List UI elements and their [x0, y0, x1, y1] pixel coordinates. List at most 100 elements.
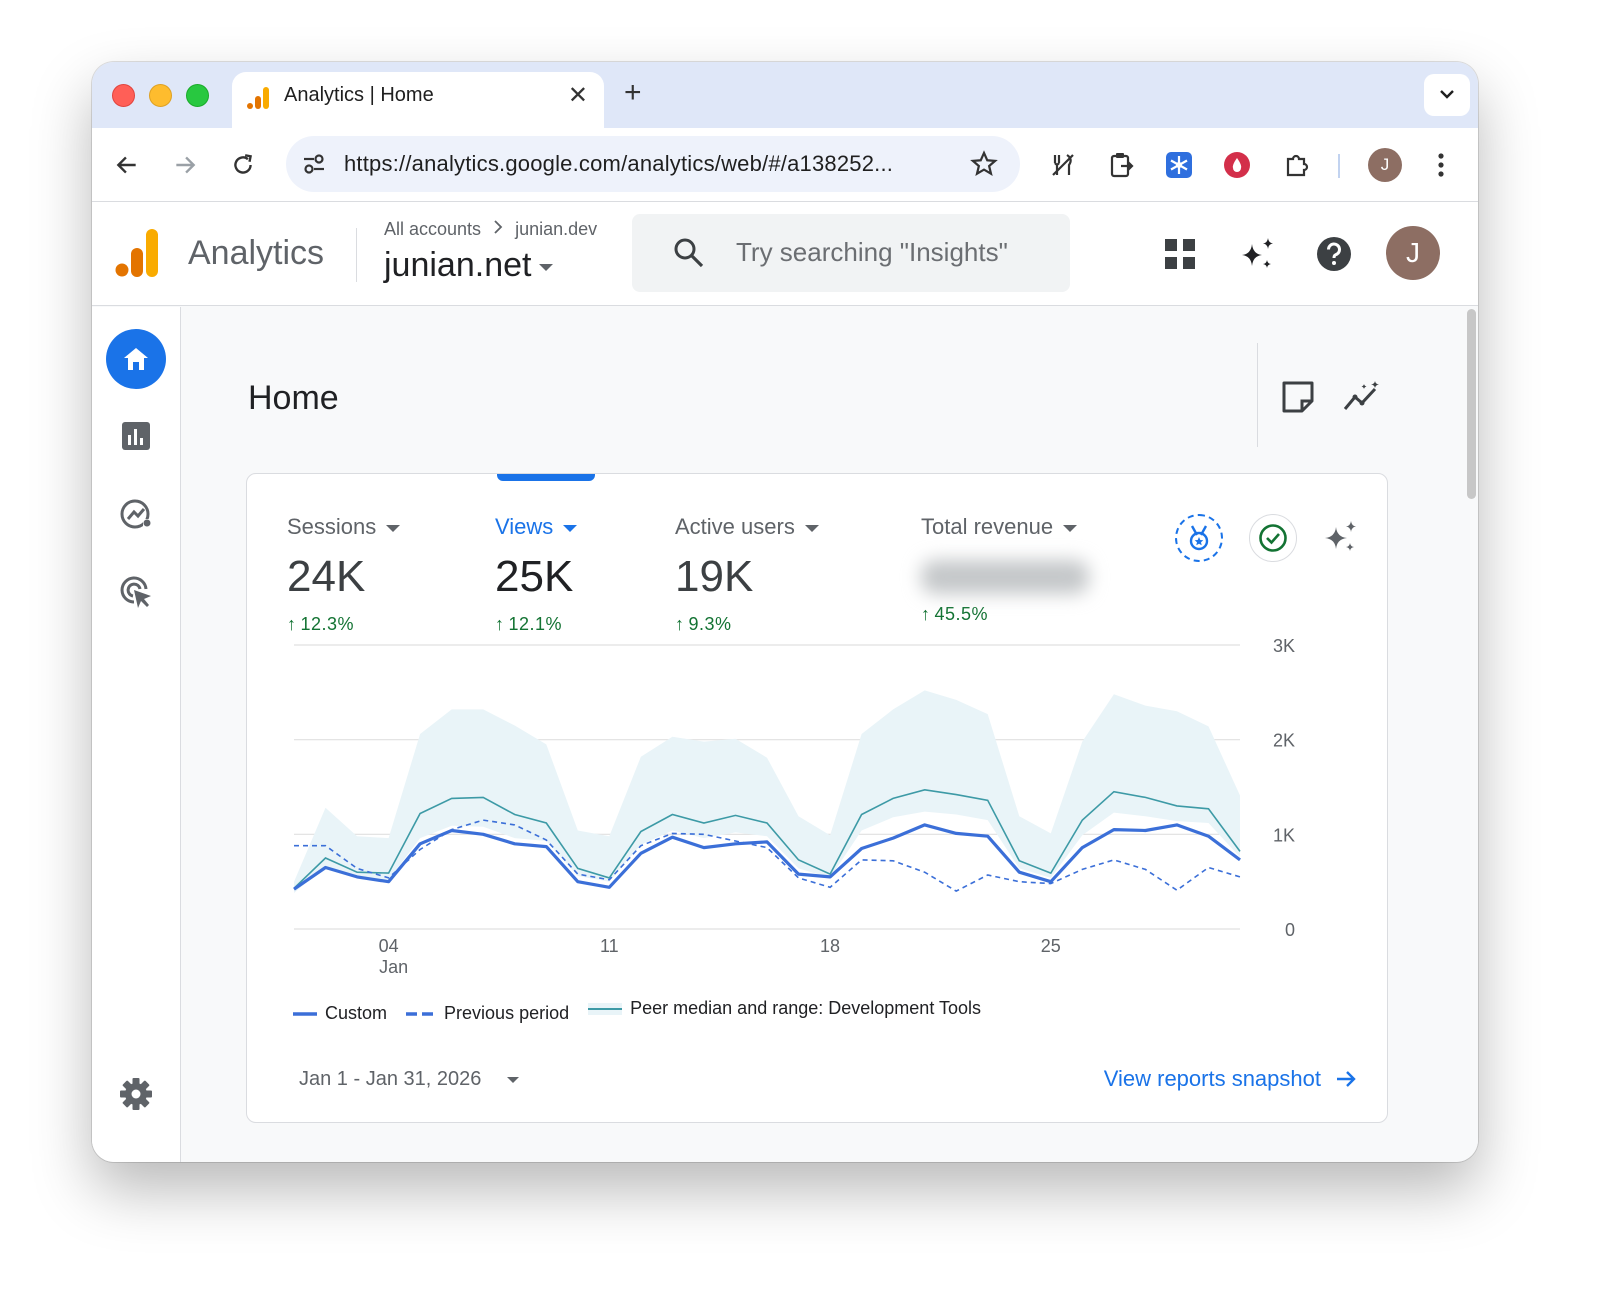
browser-tab-analytics[interactable]: Analytics | Home ✕ — [232, 72, 604, 128]
search-input[interactable]: Try searching "Insights" — [632, 214, 1070, 292]
maximize-window-button[interactable] — [186, 84, 209, 107]
extension-snowflake[interactable] — [1162, 148, 1196, 182]
ai-summary-button[interactable] — [1317, 514, 1365, 562]
product-name: Analytics — [188, 234, 325, 272]
address-bar[interactable]: https://analytics.google.com/analytics/w… — [286, 136, 1020, 192]
page-title: Home — [248, 379, 339, 417]
metric-change: ↑ 12.1% — [495, 614, 577, 635]
metric-change-value: 9.3% — [688, 614, 732, 634]
legend-item-custom[interactable]: Custom — [293, 1003, 387, 1024]
insights-button[interactable] — [1342, 377, 1382, 417]
arrow-up-icon: ↑ — [495, 614, 505, 634]
x-tick-label: 04 — [379, 936, 399, 956]
metric-change-value: 12.3% — [300, 614, 355, 634]
nav-explore[interactable] — [106, 484, 166, 544]
legend-swatch-dashed — [406, 1011, 437, 1016]
forward-button[interactable] — [168, 148, 202, 182]
browser-window: Analytics | Home ✕ + https://analytics.g… — [92, 62, 1478, 1162]
snapshot-link-label: View reports snapshot — [1103, 1066, 1321, 1091]
nav-home[interactable] — [106, 329, 166, 389]
account-avatar[interactable]: J — [1386, 226, 1440, 280]
views-line-chart[interactable]: 0 1K 2K 3K 04Jan 11 18 25 — [247, 634, 1388, 979]
back-button[interactable] — [110, 148, 144, 182]
extension-drop[interactable] — [1220, 148, 1254, 182]
date-range-label: Jan 1 - Jan 31, 2026 — [299, 1068, 482, 1090]
scrollbar[interactable] — [1467, 309, 1476, 499]
extension-unsubscribe[interactable] — [1046, 148, 1080, 182]
breadcrumb-root[interactable]: All accounts — [384, 219, 481, 240]
metric-total-revenue[interactable]: Total revenue ↑ 45.5% — [921, 514, 1089, 625]
site-settings-icon[interactable] — [300, 150, 328, 178]
ai-assistant-button[interactable] — [1238, 234, 1278, 274]
chevron-right-icon — [492, 219, 504, 240]
notes-button[interactable] — [1278, 377, 1318, 417]
arrow-up-icon: ↑ — [675, 614, 685, 634]
legend-item-previous[interactable]: Previous period — [406, 1003, 569, 1024]
arrow-right-icon — [1337, 1071, 1356, 1087]
chart-legend: Custom Previous period Peer median and r… — [293, 998, 995, 1024]
metric-change: ↑ 9.3% — [675, 614, 819, 635]
metric-value-blurred — [921, 560, 1089, 594]
help-button[interactable] — [1314, 234, 1354, 274]
property-name: junian.net — [384, 246, 532, 284]
close-window-button[interactable] — [112, 84, 135, 107]
target-cursor-icon — [120, 576, 151, 608]
header-divider — [356, 228, 357, 282]
toolbar-divider — [1338, 154, 1340, 178]
y-tick-label: 2K — [1273, 731, 1295, 751]
nav-advertising[interactable] — [106, 562, 166, 622]
tab-close-icon[interactable]: ✕ — [568, 81, 588, 110]
arrow-up-icon: ↑ — [287, 614, 297, 634]
tab-search-button[interactable] — [1424, 74, 1470, 116]
drop-extension-icon — [1224, 152, 1250, 178]
breadcrumb-account[interactable]: junian.dev — [515, 219, 597, 240]
property-selector[interactable]: junian.net — [384, 246, 554, 285]
view-reports-snapshot-link[interactable]: View reports snapshot — [1104, 1066, 1357, 1092]
help-icon — [1317, 237, 1351, 271]
caret-down-icon — [386, 524, 401, 532]
metric-views[interactable]: Views 25K ↑ 12.1% — [495, 514, 578, 635]
nav-admin[interactable] — [106, 1064, 166, 1124]
apps-button[interactable] — [1160, 234, 1200, 274]
breadcrumb[interactable]: All accounts junian.dev — [384, 218, 597, 240]
nav-reports[interactable] — [106, 406, 166, 466]
snowflake-extension-icon — [1166, 152, 1192, 178]
extensions-button[interactable] — [1280, 148, 1314, 182]
y-tick-label: 0 — [1285, 920, 1295, 940]
metric-change-value: 45.5% — [934, 604, 989, 624]
x-tick-label: 11 — [600, 936, 619, 956]
back-arrow-icon — [116, 156, 136, 174]
forward-arrow-icon — [176, 156, 196, 174]
active-metric-indicator — [497, 474, 595, 481]
bookmark-star-icon[interactable] — [970, 150, 998, 178]
title-divider — [1257, 343, 1258, 447]
sparkle-icon — [1325, 521, 1356, 551]
metric-active-users[interactable]: Active users 19K ↑ 9.3% — [675, 514, 819, 635]
browser-toolbar: https://analytics.google.com/analytics/w… — [92, 128, 1478, 202]
main-content: Home Sessions 24K ↑ 12.3% Views 25K ↑ 12.1… — [182, 307, 1478, 1162]
metric-label: Total revenue — [921, 514, 1089, 540]
analytics-header: Analytics All accounts junian.dev junian… — [92, 202, 1478, 306]
legend-label: Peer median and range: Development Tools — [630, 998, 982, 1018]
caret-down-icon — [804, 524, 819, 532]
date-range-selector[interactable]: Jan 1 - Jan 31, 2026 — [299, 1068, 520, 1091]
metric-sessions[interactable]: Sessions 24K ↑ 12.3% — [287, 514, 401, 635]
metric-label-text: Sessions — [287, 514, 377, 539]
new-tab-button[interactable]: + — [624, 76, 642, 110]
reload-button[interactable] — [226, 148, 260, 182]
bar-chart-icon — [122, 422, 150, 450]
metric-label: Active users — [675, 514, 819, 540]
browser-menu-button[interactable] — [1424, 148, 1458, 182]
benchmark-badge[interactable] — [1175, 514, 1223, 562]
analytics-logo-icon[interactable] — [114, 228, 160, 278]
caret-down-icon — [563, 524, 578, 532]
legend-item-peer[interactable]: Peer median and range: Development Tools — [588, 998, 981, 1019]
browser-profile-avatar[interactable]: J — [1368, 148, 1402, 182]
y-tick-label: 3K — [1273, 636, 1295, 656]
extension-clipboard[interactable] — [1104, 148, 1138, 182]
minimize-window-button[interactable] — [149, 84, 172, 107]
search-placeholder: Try searching "Insights" — [736, 237, 1008, 267]
data-quality-badge[interactable] — [1249, 514, 1297, 562]
legend-swatch-solid — [293, 1011, 317, 1016]
clipboard-icon — [1110, 153, 1134, 178]
